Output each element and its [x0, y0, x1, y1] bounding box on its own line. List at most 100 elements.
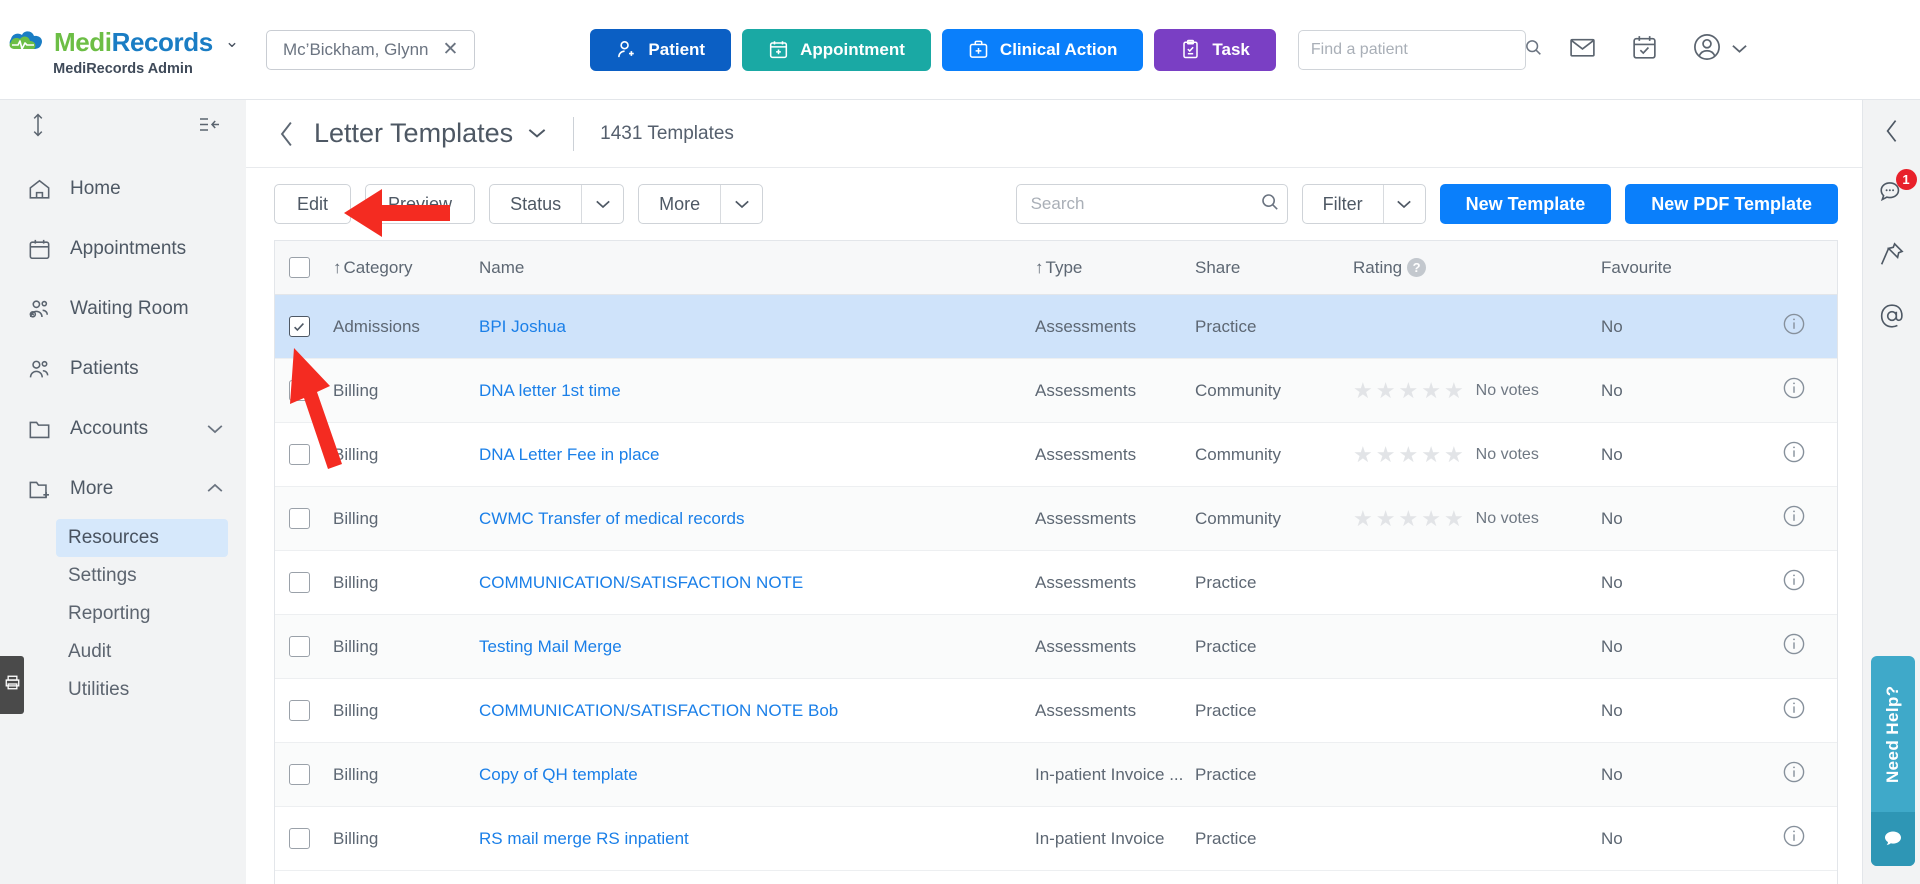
need-help-button[interactable]: Need Help?	[1871, 656, 1915, 866]
clinical-action-button[interactable]: Clinical Action	[941, 28, 1144, 71]
chevron-left-icon[interactable]	[278, 120, 296, 148]
cell-name-link[interactable]: DNA Letter Fee in place	[441, 445, 1035, 465]
star-icon[interactable]: ★	[1421, 507, 1441, 530]
search-icon[interactable]	[1260, 192, 1280, 217]
active-patient-chip[interactable]: Mc’Bickham, Glynn ✕	[266, 29, 476, 70]
star-rating[interactable]: ★ ★ ★ ★ ★	[1353, 379, 1464, 402]
close-icon[interactable]: ✕	[442, 40, 458, 59]
row-checkbox[interactable]	[288, 444, 310, 465]
new-appointment-button[interactable]: Appointment	[742, 28, 931, 71]
filter-dropdown[interactable]: Filter	[1301, 184, 1426, 224]
info-circle-icon[interactable]	[1782, 824, 1806, 853]
table-row[interactable]: Billing Copy of QH template In-patient I…	[275, 743, 1837, 807]
row-checkbox[interactable]	[288, 380, 310, 401]
sidebar-item-accounts[interactable]: Accounts	[0, 399, 246, 459]
pin-icon[interactable]	[1878, 240, 1906, 268]
table-row[interactable]: Billing Testing Mail Merge Assessments P…	[275, 615, 1837, 679]
star-icon[interactable]: ★	[1353, 507, 1373, 530]
star-icon[interactable]: ★	[1421, 379, 1441, 402]
cell-name-link[interactable]: RS mail merge RS inpatient	[441, 829, 1035, 849]
cell-name-link[interactable]: Testing Mail Merge	[441, 637, 1035, 657]
info-circle-icon[interactable]	[1782, 312, 1806, 341]
chevron-down-icon[interactable]	[720, 185, 762, 223]
star-icon[interactable]: ★	[1398, 507, 1418, 530]
star-icon[interactable]: ★	[1353, 379, 1373, 402]
info-circle-icon[interactable]	[1782, 440, 1806, 469]
table-row[interactable]: Billing COMMUNICATION/SATISFACTION NOTE …	[275, 551, 1837, 615]
sidebar-item-utilities[interactable]: Utilities	[56, 671, 228, 709]
table-row[interactable]: Billing RS mail merge RS inpatient In-pa…	[275, 807, 1837, 871]
table-row[interactable]: Billing CWMC Transfer of medical records…	[275, 487, 1837, 551]
row-checkbox[interactable]	[288, 636, 310, 657]
star-icon[interactable]: ★	[1444, 443, 1464, 466]
chevron-down-icon[interactable]	[581, 185, 623, 223]
chat-bubble-icon[interactable]: 1	[1878, 169, 1917, 206]
table-row[interactable]: Admissions BPI Joshua Assessments Practi…	[275, 295, 1837, 359]
new-task-button[interactable]: Task	[1154, 28, 1276, 71]
preview-button[interactable]: Preview	[365, 184, 476, 224]
row-checkbox[interactable]	[288, 316, 310, 337]
page-title-chevron-down-icon[interactable]	[527, 123, 547, 144]
new-template-button[interactable]: New Template	[1439, 184, 1612, 224]
at-mention-icon[interactable]	[1878, 302, 1906, 330]
sidebar-item-appointments[interactable]: Appointments	[0, 219, 246, 279]
search-input[interactable]	[1030, 194, 1252, 214]
row-checkbox[interactable]	[288, 700, 310, 721]
info-circle-icon[interactable]	[1782, 696, 1806, 725]
star-icon[interactable]: ★	[1421, 443, 1441, 466]
info-circle-icon[interactable]	[1782, 760, 1806, 789]
info-circle-icon[interactable]	[1782, 376, 1806, 405]
star-icon[interactable]: ★	[1376, 443, 1396, 466]
find-patient-input[interactable]	[1310, 40, 1518, 59]
star-icon[interactable]: ★	[1376, 379, 1396, 402]
star-icon[interactable]: ★	[1398, 379, 1418, 402]
brand-block[interactable]: MediRecords ⌄ MediRecords Admin	[0, 23, 246, 77]
edit-button[interactable]: Edit	[274, 184, 352, 224]
new-patient-button[interactable]: Patient	[590, 28, 732, 71]
table-row[interactable]: Billing DNA letter 1st time Assessments …	[275, 359, 1837, 423]
star-rating[interactable]: ★ ★ ★ ★ ★	[1353, 507, 1464, 530]
table-row[interactable]: Billing DNA Letter Fee in place Assessme…	[275, 423, 1837, 487]
help-icon[interactable]: ?	[1407, 258, 1427, 277]
info-circle-icon[interactable]	[1782, 504, 1806, 533]
column-header-name[interactable]: Name	[441, 258, 1035, 278]
info-circle-icon[interactable]	[1782, 632, 1806, 661]
cell-name-link[interactable]: CWMC Transfer of medical records	[441, 509, 1035, 529]
column-header-type[interactable]: ↑ Type	[1035, 258, 1195, 278]
cell-name-link[interactable]: COMMUNICATION/SATISFACTION NOTE	[441, 573, 1035, 593]
sidebar-item-audit[interactable]: Audit	[56, 633, 228, 671]
status-dropdown[interactable]: Status	[489, 184, 625, 224]
cell-name-link[interactable]: Copy of QH template	[441, 765, 1035, 785]
star-icon[interactable]: ★	[1444, 507, 1464, 530]
star-rating[interactable]: ★ ★ ★ ★ ★	[1353, 443, 1464, 466]
rail-collapse-chevron-left-icon[interactable]	[1882, 118, 1902, 144]
star-icon[interactable]: ★	[1444, 379, 1464, 402]
search-box[interactable]	[1015, 184, 1288, 224]
sidebar-item-more[interactable]: More	[0, 459, 246, 519]
column-header-favourite[interactable]: Favourite	[1601, 258, 1751, 278]
cell-name-link[interactable]: COMMUNICATION/SATISFACTION NOTE Bob	[441, 701, 1035, 721]
column-header-rating[interactable]: Rating ?	[1353, 258, 1601, 278]
info-circle-icon[interactable]	[1782, 568, 1806, 597]
table-row[interactable]: Billing COMMUNICATION/SATISFACTION NOTE …	[275, 679, 1837, 743]
brand-chevron-down-icon[interactable]: ⌄	[225, 32, 239, 52]
star-icon[interactable]: ★	[1353, 443, 1373, 466]
star-icon[interactable]: ★	[1398, 443, 1418, 466]
cell-name-link[interactable]: BPI Joshua	[441, 317, 1035, 337]
account-menu[interactable]	[1692, 32, 1748, 67]
row-checkbox[interactable]	[288, 764, 310, 785]
print-tab-button[interactable]	[0, 656, 24, 714]
more-dropdown[interactable]: More	[638, 184, 764, 224]
vertical-resize-icon[interactable]	[28, 112, 48, 143]
row-checkbox[interactable]	[288, 508, 310, 529]
sidebar-item-resources[interactable]: Resources	[56, 519, 228, 557]
column-header-category[interactable]: ↑ Category	[323, 258, 441, 278]
cell-name-link[interactable]: DNA letter 1st time	[441, 381, 1035, 401]
sidebar-item-reporting[interactable]: Reporting	[56, 595, 228, 633]
mail-icon[interactable]	[1568, 33, 1597, 67]
row-checkbox[interactable]	[288, 828, 310, 849]
sidebar-item-patients[interactable]: Patients	[0, 339, 246, 399]
column-header-share[interactable]: Share	[1195, 258, 1353, 278]
new-pdf-template-button[interactable]: New PDF Template	[1625, 184, 1838, 224]
sidebar-item-settings[interactable]: Settings	[56, 557, 228, 595]
